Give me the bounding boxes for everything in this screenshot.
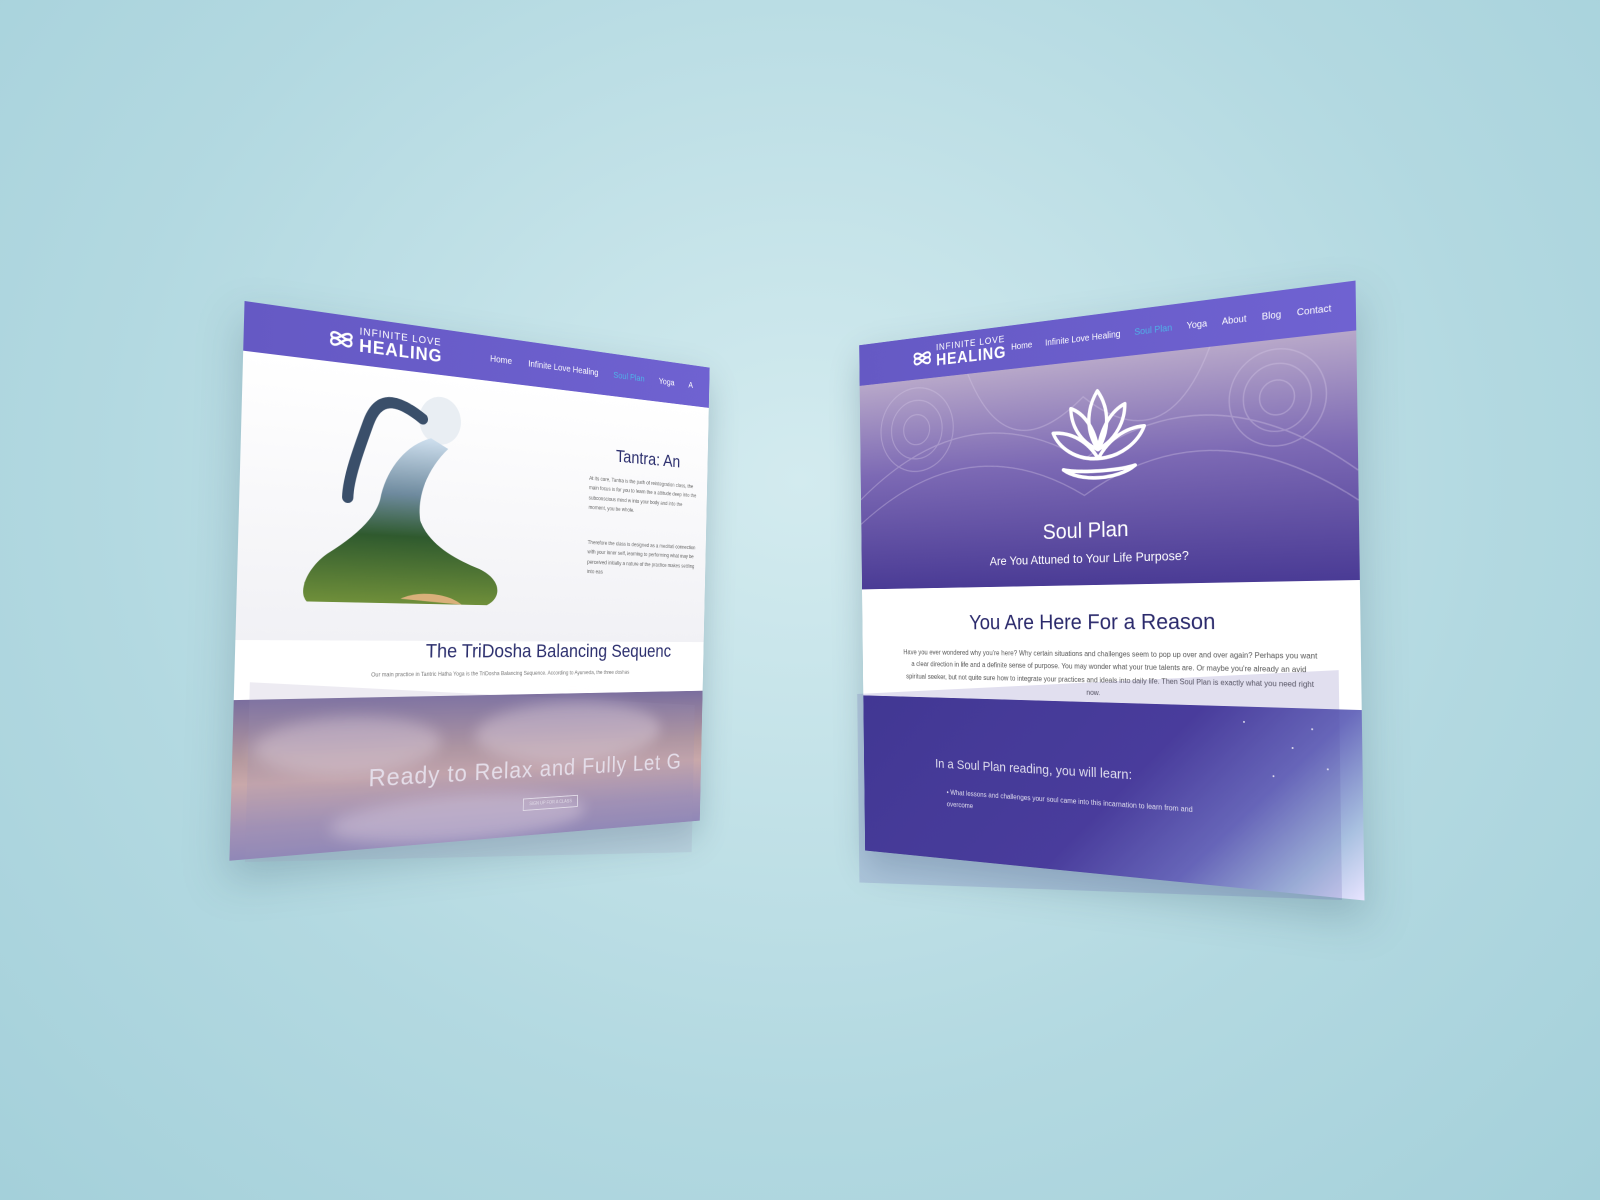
nav-about[interactable]: About [1222,313,1247,326]
yoga-pose-image [287,367,525,624]
nav-home[interactable]: Home [490,354,512,367]
tridosha-subtitle: Our main practice in Tantric Hatha Yoga … [371,670,629,678]
nav-soul-plan[interactable]: Soul Plan [613,370,644,383]
nav-soul-plan[interactable]: Soul Plan [1134,323,1172,338]
nav-yoga[interactable]: Yoga [659,377,675,388]
tridosha-title: The TriDosha Balancing Sequenc [425,641,671,663]
nav-about-truncated[interactable]: A [688,381,693,391]
cta-section: Ready to Relax and Fully Let G SIGN UP F… [229,691,702,861]
nav-infinite-love-healing[interactable]: Infinite Love Healing [528,359,598,378]
right-website-screen: INFINITE LOVE HEALING Home Infinite Love… [859,281,1364,901]
infinity-heart-logo-icon [911,344,933,372]
tridosha-section: The TriDosha Balancing Sequenc Our main … [234,640,704,700]
left-website-screen: INFINITE LOVE HEALING Home Infinite Love… [229,301,709,861]
nav-blog[interactable]: Blog [1262,309,1282,322]
learn-section: In a Soul Plan reading, you will learn: … [863,695,1364,900]
tantra-title: Tantra: An [616,447,681,472]
right-logo[interactable]: INFINITE LOVE HEALING [911,335,1006,372]
reason-title: You Are Here For a Reason [862,608,1360,636]
nav-home[interactable]: Home [1011,340,1032,352]
tantra-paragraph-1: At its core, Tantra is the path of reint… [588,475,697,521]
tantra-paragraph-2: Therefore the class is designed as a med… [587,539,696,582]
lotus-icon [1046,381,1153,498]
infinity-heart-logo-icon [327,323,356,355]
reason-section: You Are Here For a Reason Have you ever … [862,580,1362,710]
nav-infinite-love-healing[interactable]: Infinite Love Healing [1045,329,1121,348]
nav-contact[interactable]: Contact [1297,303,1332,318]
learn-title: In a Soul Plan reading, you will learn: [935,756,1132,783]
list-item: • What lessons and challenges your soul … [947,787,1212,831]
left-logo[interactable]: INFINITE LOVE HEALING [327,323,443,366]
mockup-scene: INFINITE LOVE HEALING Home Infinite Love… [0,0,1600,1200]
nav-yoga[interactable]: Yoga [1187,318,1208,331]
